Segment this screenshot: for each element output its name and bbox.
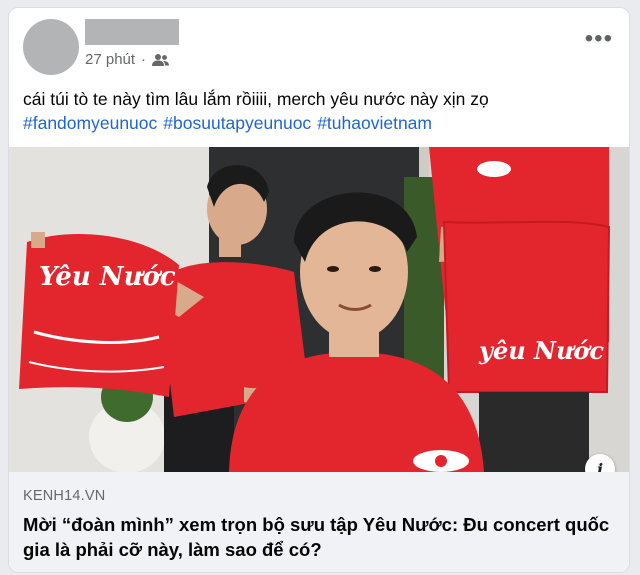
friends-icon[interactable] xyxy=(152,53,170,67)
bag-text-left: Yêu Nước xyxy=(39,262,176,292)
meta-separator: · xyxy=(141,51,147,68)
author-name-redacted[interactable] xyxy=(85,19,179,45)
link-preview[interactable]: KENH14.VN Mời “đoàn mình” xem trọn bộ sư… xyxy=(9,472,629,572)
link-title[interactable]: Mời “đoàn mình” xem trọn bộ sưu tập Yêu … xyxy=(23,512,613,562)
post-image[interactable]: Yêu Nước yêu Nước xyxy=(9,147,629,472)
post-time[interactable]: 27 phút xyxy=(85,51,135,68)
hashtag-link[interactable]: #bosuutapyeunuoc xyxy=(163,111,311,136)
post-caption: cái túi tò te này tìm lâu lắm rồiiii, me… xyxy=(23,89,489,109)
avatar[interactable] xyxy=(23,19,79,75)
link-source: KENH14.VN xyxy=(23,488,106,504)
bag-text-right: yêu Nước xyxy=(478,336,604,365)
hashtag-link[interactable]: #fandomyeunuoc xyxy=(23,111,157,136)
hashtag-link[interactable]: #tuhaovietnam xyxy=(317,111,432,136)
post-meta: 27 phút · xyxy=(85,51,170,68)
hashtag-list: #fandomyeunuoc #bosuutapyeunuoc #tuhaovi… xyxy=(23,111,432,136)
more-options-icon[interactable]: ••• xyxy=(585,27,613,51)
photo-illustration: Yêu Nước yêu Nước xyxy=(9,147,629,472)
post-card: 27 phút · ••• cái túi tò te này tìm lâu … xyxy=(8,7,630,573)
